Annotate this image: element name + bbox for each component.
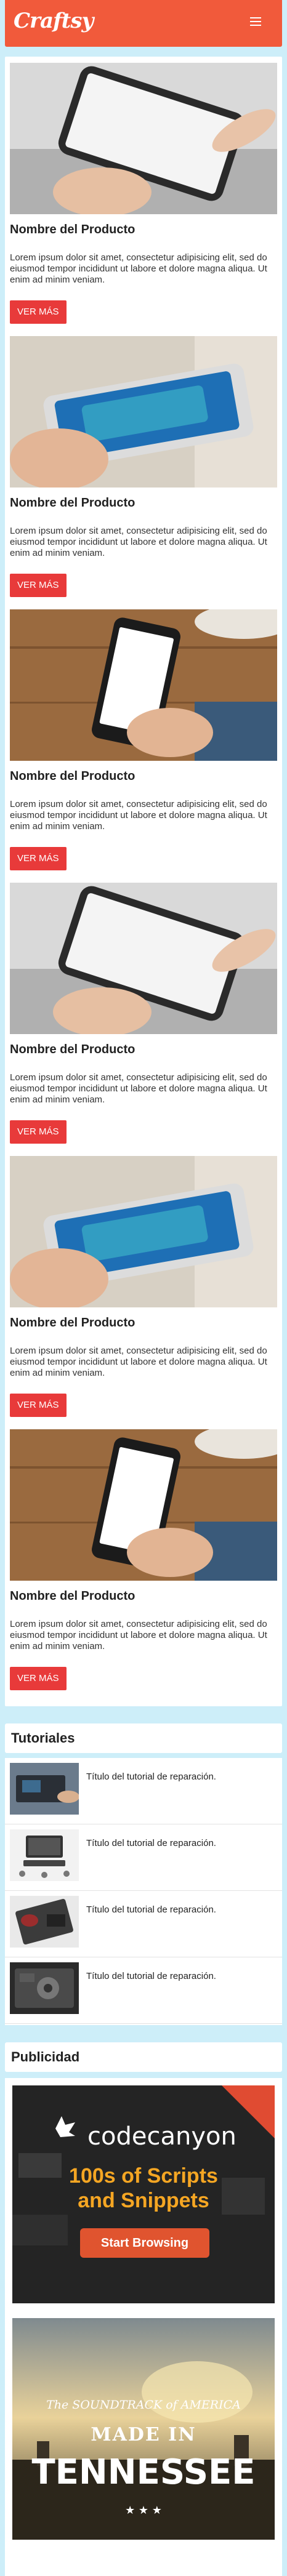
codecanyon-ad[interactable]: codecanyon 100s of Scripts and Snippets … [12, 2085, 275, 2303]
tutorial-item[interactable]: Título del tutorial de reparación. [5, 1758, 282, 1824]
tutorial-item[interactable]: Título del tutorial de reparación. [5, 1891, 282, 1957]
ver-mas-button[interactable]: VER MÁS [10, 1120, 67, 1144]
product-image[interactable] [10, 63, 277, 214]
tennessee-ad[interactable]: ★ ★ ★ The SOUNDTRACK of AMERICA MADE IN … [12, 2318, 275, 2540]
ads-heading: Publicidad [5, 2042, 282, 2072]
product-name: Nombre del Producto [10, 1043, 135, 1056]
tutorial-list: Título del tutorial de reparación. Títul… [5, 1758, 282, 2025]
product-description: Lorem ipsum dolor sit amet, consectetur … [10, 1072, 267, 1105]
tennessee-line-2: MADE IN [91, 2424, 196, 2446]
product-description: Lorem ipsum dolor sit amet, consectetur … [10, 799, 267, 832]
product-card: Nombre del Producto Lorem ipsum dolor si… [10, 57, 277, 327]
logo[interactable]: Craftsy [14, 9, 94, 33]
product-list: Nombre del Producto Lorem ipsum dolor si… [5, 57, 282, 1706]
ver-mas-button[interactable]: VER MÁS [10, 1394, 67, 1417]
product-name: Nombre del Producto [10, 769, 135, 783]
ver-mas-button[interactable]: VER MÁS [10, 1667, 67, 1690]
product-image[interactable] [10, 883, 277, 1034]
codecanyon-headline-2: and Snippets [78, 2189, 209, 2212]
product-image[interactable] [10, 1156, 277, 1307]
product-card: Nombre del Producto Lorem ipsum dolor si… [10, 877, 277, 1147]
product-name: Nombre del Producto [10, 1316, 135, 1330]
tutorial-title: Título del tutorial de reparación. [86, 1838, 216, 1848]
tutorial-title: Título del tutorial de reparación. [86, 1904, 216, 1915]
tutorial-item[interactable]: Título del tutorial de reparación. [5, 1957, 282, 2024]
product-image[interactable] [10, 609, 277, 761]
product-description: Lorem ipsum dolor sit amet, consectetur … [10, 252, 267, 285]
start-browsing-button[interactable]: Start Browsing [80, 2228, 209, 2258]
product-card: Nombre del Producto Lorem ipsum dolor si… [10, 330, 277, 601]
product-description: Lorem ipsum dolor sit amet, consectetur … [10, 1619, 267, 1651]
hamburger-icon[interactable] [250, 17, 261, 27]
product-image[interactable] [10, 336, 277, 488]
product-card: Nombre del Producto Lorem ipsum dolor si… [10, 603, 277, 874]
tutorial-item[interactable]: Título del tutorial de reparación. [5, 1824, 282, 1891]
codecanyon-headline-1: 100s of Scripts [69, 2164, 218, 2188]
product-description: Lorem ipsum dolor sit amet, consectetur … [10, 526, 267, 558]
tutorial-thumbnail [10, 1829, 79, 1881]
tutorial-thumbnail [10, 1962, 79, 2014]
tutorial-title: Título del tutorial de reparación. [86, 1772, 216, 1782]
svg-text:★ ★ ★: ★ ★ ★ [125, 2504, 162, 2517]
tutorial-thumbnail [10, 1896, 79, 1948]
tutorials-heading: Tutoriales [5, 1723, 282, 1753]
product-name: Nombre del Producto [10, 1589, 135, 1603]
product-image[interactable] [10, 1429, 277, 1581]
ver-mas-button[interactable]: VER MÁS [10, 300, 67, 324]
tennessee-line-1: The SOUNDTRACK of AMERICA [46, 2398, 241, 2412]
product-card: Nombre del Producto Lorem ipsum dolor si… [10, 1423, 277, 1694]
ads-panel: codecanyon 100s of Scripts and Snippets … [5, 2078, 282, 2576]
navbar: Craftsy [5, 0, 282, 47]
product-name: Nombre del Producto [10, 496, 135, 510]
product-card: Nombre del Producto Lorem ipsum dolor si… [10, 1150, 277, 1421]
tutorial-thumbnail [10, 1763, 79, 1815]
product-name: Nombre del Producto [10, 223, 135, 236]
tennessee-line-3: TENNESSEE [31, 2452, 256, 2492]
product-description: Lorem ipsum dolor sit amet, consectetur … [10, 1346, 267, 1378]
codecanyon-brand: codecanyon [87, 2122, 236, 2151]
ver-mas-button[interactable]: VER MÁS [10, 574, 67, 597]
tutorial-title: Título del tutorial de reparación. [86, 1971, 216, 1981]
ver-mas-button[interactable]: VER MÁS [10, 847, 67, 870]
